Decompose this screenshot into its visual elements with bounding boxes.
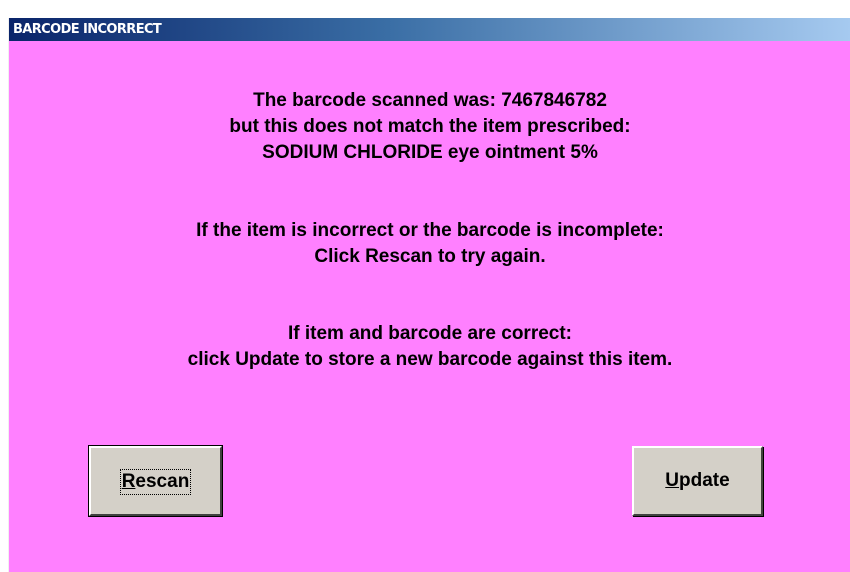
update-button-label: pdate — [679, 470, 730, 491]
correct-item-text: If item and barcode are correct: — [287, 323, 573, 344]
update-instruction-text: click Update to store a new barcode agai… — [187, 349, 673, 370]
barcode-mismatch-message: The barcode scanned was: 7467846782 but … — [9, 88, 850, 166]
title-bar[interactable]: BARCODE INCORRECT — [9, 18, 850, 41]
window-title: BARCODE INCORRECT — [13, 22, 162, 37]
update-button[interactable]: Update — [632, 446, 763, 516]
mismatch-text: but this does not match the item prescri… — [229, 116, 631, 137]
scanned-barcode-text: The barcode scanned was: 7467846782 — [253, 90, 607, 111]
rescan-button[interactable]: Rescan — [88, 445, 223, 517]
rescan-accelerator-key: R — [121, 471, 136, 492]
update-button-label-wrap: Update — [634, 469, 761, 493]
incorrect-item-text: If the item is incorrect or the barcode … — [196, 220, 664, 241]
rescan-button-label: escan — [135, 471, 190, 492]
update-accelerator-key: U — [665, 470, 680, 491]
prescribed-item-name: SODIUM CHLORIDE eye ointment 5% — [262, 142, 598, 163]
update-instructions: If item and barcode are correct: click U… — [9, 321, 850, 373]
rescan-instructions: If the item is incorrect or the barcode … — [9, 218, 850, 270]
rescan-button-label-wrap: Rescan — [91, 469, 220, 495]
rescan-instruction-text: Click Rescan to try again. — [314, 246, 546, 267]
focus-rectangle: Rescan — [119, 469, 192, 495]
barcode-incorrect-dialog: BARCODE INCORRECT The barcode scanned wa… — [8, 18, 850, 572]
